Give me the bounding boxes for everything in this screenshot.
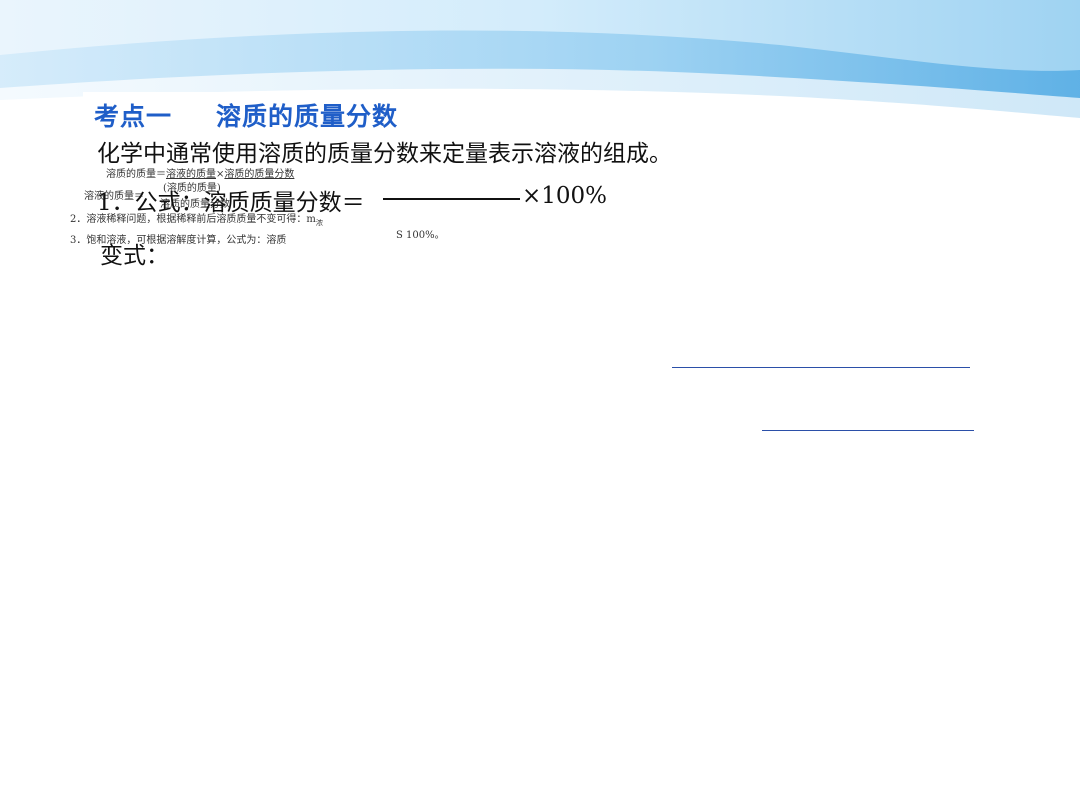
note-text: 溶质的质量＝ xyxy=(106,169,166,180)
answer-blank-line-1 xyxy=(672,367,970,368)
formula-label: 1．公式：溶质质量分数＝ xyxy=(97,190,365,216)
variant-label: 变式： xyxy=(100,243,169,269)
note-text: 溶质的质量分数 xyxy=(224,169,295,180)
note-subscript: 浓 xyxy=(315,219,323,227)
fraction-bar xyxy=(383,198,520,200)
intro-text: 化学中通常使用溶质的质量分数来定量表示溶液的组成。 xyxy=(97,141,672,167)
answer-blank-line-2 xyxy=(762,430,974,431)
title-part-1: 考点一 xyxy=(94,102,173,131)
title-part-2: 溶质的质量分数 xyxy=(216,102,399,131)
note-solute-mass: 溶质的质量＝溶液的质量×溶质的质量分数 xyxy=(106,165,294,180)
note-saturated-tail: S 100%。 xyxy=(396,230,445,241)
slide-title: 考点一 溶质的质量分数 xyxy=(94,97,398,133)
formula-percent: ×100% xyxy=(522,183,608,209)
